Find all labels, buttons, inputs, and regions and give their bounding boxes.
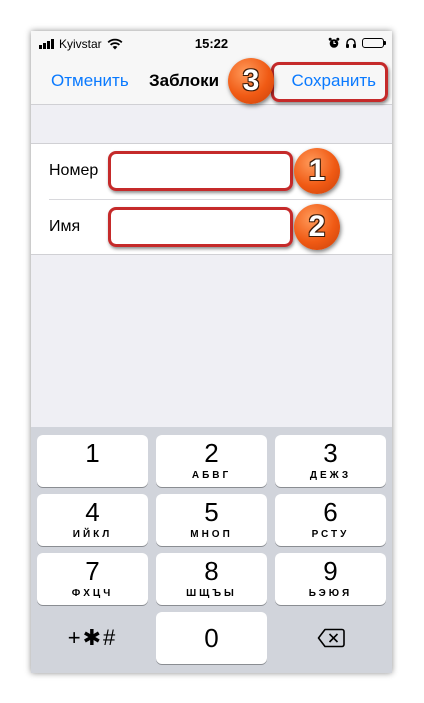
key-digit: 3 [323,438,338,468]
key-digit: 4 [85,497,100,527]
step-badge-2: 2 [294,204,340,250]
step-badge-3: 3 [228,58,274,104]
key-0[interactable]: 0 [156,612,267,664]
key-letters: ИЙКЛ [72,529,113,540]
numeric-keypad: 1 2 АБВГ 3 ДЕЖЗ 4 ИЙКЛ 5 МНОП 6 РСТУ 7 Ф… [31,427,392,673]
cancel-button[interactable]: Отменить [51,71,129,91]
key-letters: ШЩЪЫ [186,588,237,599]
key-digit: 0 [204,623,219,653]
page-title: Заблоки [149,71,220,90]
headphones-icon [346,38,356,48]
key-symbols-label: +✱# [67,625,118,650]
key-5[interactable]: 5 МНОП [156,494,267,546]
key-1[interactable]: 1 [37,435,148,487]
key-digit: 8 [204,556,219,586]
key-digit: 6 [323,497,338,527]
backspace-icon [317,628,345,648]
key-letters: МНОП [190,529,233,540]
key-digit: 7 [85,556,100,586]
delete-key[interactable] [275,612,386,664]
step-badge-1: 1 [294,148,340,194]
key-8[interactable]: 8 ШЩЪЫ [156,553,267,605]
key-digit: 5 [204,497,219,527]
alarm-icon [328,37,340,48]
save-button-highlight [271,62,388,102]
key-7[interactable]: 7 ФХЦЧ [37,553,148,605]
name-field-highlight [108,207,293,247]
key-letters: ЬЭЮЯ [308,588,353,599]
number-label: Номер [49,162,99,179]
key-9[interactable]: 9 ЬЭЮЯ [275,553,386,605]
key-digit: 2 [204,438,219,468]
phone-screen: Kyivstar 15:22 Отменить Заблоки Сохранит… [31,31,392,673]
key-letters: РСТУ [311,529,350,540]
status-right [328,37,386,49]
key-6[interactable]: 6 РСТУ [275,494,386,546]
key-2[interactable]: 2 АБВГ [156,435,267,487]
key-3[interactable]: 3 ДЕЖЗ [275,435,386,487]
key-digit: 1 [85,438,100,468]
key-4[interactable]: 4 ИЙКЛ [37,494,148,546]
key-symbols[interactable]: +✱# [37,612,148,664]
key-digit: 9 [323,556,338,586]
name-label: Имя [49,218,81,235]
key-letters: АБВГ [191,470,232,481]
status-bar: Kyivstar 15:22 [31,31,392,59]
battery-icon [362,38,386,48]
key-letters: ФХЦЧ [71,588,114,599]
key-letters: ДЕЖЗ [309,470,352,481]
number-field-highlight [108,151,293,191]
